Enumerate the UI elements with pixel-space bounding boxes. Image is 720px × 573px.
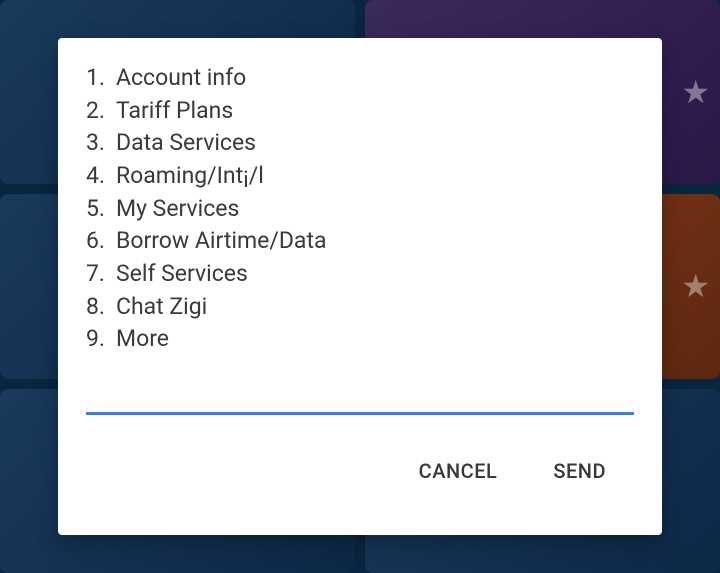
menu-number: 7. [86,258,110,291]
menu-number: 1. [86,62,110,95]
ussd-dialog: 1. Account info 2. Tariff Plans 3. Data … [58,38,662,535]
menu-label: My Services [116,193,239,226]
menu-number: 9. [86,323,110,356]
menu-number: 3. [86,127,110,160]
menu-number: 5. [86,193,110,226]
menu-item: 4. Roaming/Int¡/l [86,160,634,193]
menu-number: 8. [86,291,110,324]
menu-label: Self Services [116,258,248,291]
menu-item: 7. Self Services [86,258,634,291]
menu-item: 3. Data Services [86,127,634,160]
menu-label: Account info [116,62,246,95]
menu-label: Data Services [116,127,256,160]
star-icon: ★ [681,73,710,111]
menu-item: 5. My Services [86,193,634,226]
menu-number: 6. [86,225,110,258]
ussd-input[interactable] [86,374,634,415]
dialog-actions: CANCEL SEND [86,451,634,491]
menu-label: Borrow Airtime/Data [116,225,326,258]
menu-label: Roaming/Int¡/l [116,160,264,193]
menu-item: 1. Account info [86,62,634,95]
menu-label: More [116,323,169,356]
menu-label: Chat Zigi [116,291,207,324]
ussd-input-wrap [86,374,634,415]
menu-number: 2. [86,95,110,128]
cancel-button[interactable]: CANCEL [415,451,502,491]
menu-item: 2. Tariff Plans [86,95,634,128]
menu-item: 8. Chat Zigi [86,291,634,324]
menu-item: 6. Borrow Airtime/Data [86,225,634,258]
ussd-menu-list: 1. Account info 2. Tariff Plans 3. Data … [86,62,634,356]
menu-item: 9. More [86,323,634,356]
menu-label: Tariff Plans [116,95,233,128]
star-icon: ★ [681,267,710,305]
send-button[interactable]: SEND [549,451,610,491]
menu-number: 4. [86,160,110,193]
